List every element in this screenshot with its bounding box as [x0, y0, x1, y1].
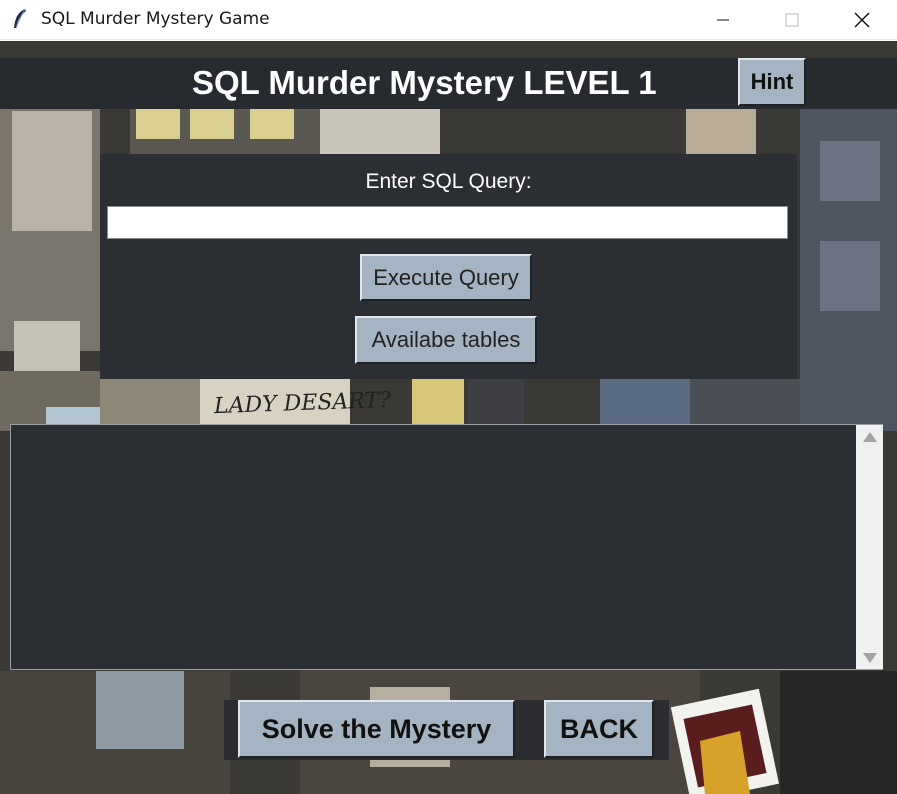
maximize-icon	[785, 13, 799, 27]
query-panel: Enter SQL Query: Execute Query Availabe …	[100, 154, 797, 379]
execute-query-button[interactable]: Execute Query	[360, 254, 532, 301]
scroll-up-arrow-icon[interactable]	[863, 432, 877, 442]
close-icon	[854, 12, 870, 28]
scroll-down-arrow-icon[interactable]	[863, 653, 877, 663]
available-tables-button[interactable]: Availabe tables	[355, 316, 537, 364]
close-button[interactable]	[827, 0, 897, 40]
back-button[interactable]: BACK	[544, 700, 654, 758]
minimize-icon	[717, 19, 729, 21]
level-title: SQL Murder Mystery LEVEL 1	[192, 64, 657, 101]
window-title: SQL Murder Mystery Game	[41, 9, 270, 29]
maximize-button[interactable]	[757, 0, 827, 40]
window-titlebar: SQL Murder Mystery Game	[0, 0, 897, 40]
feather-icon	[14, 8, 26, 29]
solve-mystery-button[interactable]: Solve the Mystery	[238, 700, 515, 758]
minimize-button[interactable]	[688, 0, 758, 40]
hint-button[interactable]: Hint	[738, 58, 806, 106]
results-scrollbar[interactable]	[856, 425, 883, 669]
sql-query-input[interactable]	[107, 206, 788, 239]
query-label: Enter SQL Query:	[365, 170, 532, 193]
results-text-area[interactable]	[10, 424, 883, 670]
